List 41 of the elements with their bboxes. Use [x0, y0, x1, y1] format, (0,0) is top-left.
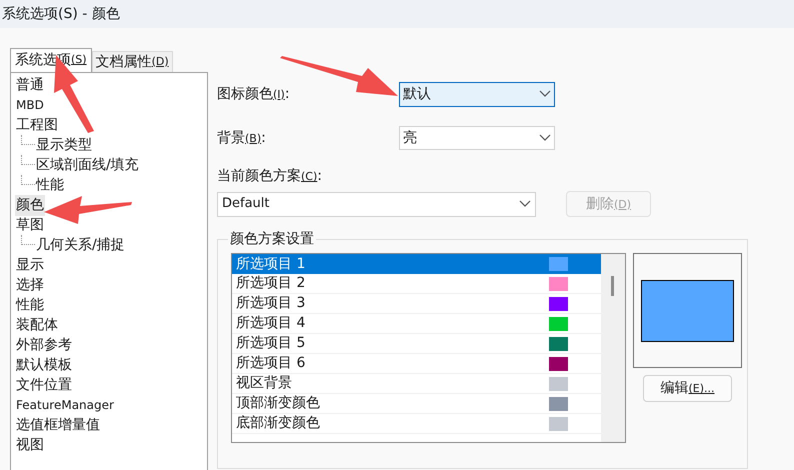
scrollbar[interactable] — [601, 254, 625, 442]
background-dropdown[interactable]: 亮 — [399, 126, 555, 150]
tree-item[interactable]: 性能 — [15, 294, 45, 316]
tree-item[interactable]: 视图 — [15, 434, 45, 456]
settings-tab[interactable]: 文档属性(D) — [92, 51, 173, 72]
color-list-item[interactable]: 所选项目 1 — [232, 254, 601, 274]
tree-item[interactable]: 普通 — [15, 74, 45, 96]
tree-item[interactable]: 区域剖面线/填充 — [35, 154, 140, 176]
tree-item[interactable]: FeatureManager — [15, 396, 115, 414]
tree-item[interactable]: 性能 — [35, 174, 65, 196]
chevron-down-icon — [539, 90, 551, 98]
color-list-item[interactable]: 所选项目 6 — [232, 354, 601, 374]
color-list-item[interactable]: 顶部渐变颜色 — [232, 394, 601, 414]
tree-item[interactable]: 外部参考 — [15, 334, 73, 356]
color-list-item[interactable]: 所选项目 4 — [232, 314, 601, 334]
color-list-item[interactable]: 所选项目 2 — [232, 274, 601, 294]
chevron-down-icon — [519, 200, 531, 208]
field-label: 当前颜色方案(C): — [217, 168, 322, 184]
tree-item[interactable]: 显示类型 — [35, 134, 93, 156]
icon-color-dropdown[interactable]: 默认 — [399, 82, 555, 106]
field-label: 背景(B): — [217, 128, 267, 148]
tree-item[interactable]: 几何关系/捕捉 — [35, 234, 126, 256]
window-title: 系统选项(S) - 颜色 — [2, 4, 120, 24]
tree-item[interactable]: 草图 — [15, 214, 45, 236]
tree-item[interactable]: 工程图 — [15, 114, 59, 136]
color-list-item[interactable]: 底部渐变颜色 — [232, 414, 601, 434]
tree-item[interactable]: 默认模板 — [15, 354, 73, 376]
tree-item[interactable]: 颜色 — [15, 194, 45, 216]
tree-item[interactable]: 文件位置 — [15, 374, 73, 396]
tree-item[interactable]: 装配体 — [15, 314, 59, 336]
field-label: 图标颜色(I): — [217, 84, 291, 104]
color-scheme-dropdown[interactable]: Default — [217, 192, 536, 216]
tree-item[interactable]: MBD — [15, 96, 45, 114]
tree-item[interactable]: 选择 — [15, 274, 45, 296]
color-list-item[interactable]: 所选项目 3 — [232, 294, 601, 314]
edit-button[interactable]: 编辑(E)... — [643, 375, 732, 402]
color-list-item[interactable]: 视区背景 — [232, 374, 601, 394]
color-list-item[interactable]: 所选项目 5 — [232, 334, 601, 354]
chevron-down-icon — [539, 134, 551, 142]
tree-item[interactable]: 选值框增量值 — [15, 414, 101, 436]
tree-item[interactable]: 显示 — [15, 254, 45, 276]
